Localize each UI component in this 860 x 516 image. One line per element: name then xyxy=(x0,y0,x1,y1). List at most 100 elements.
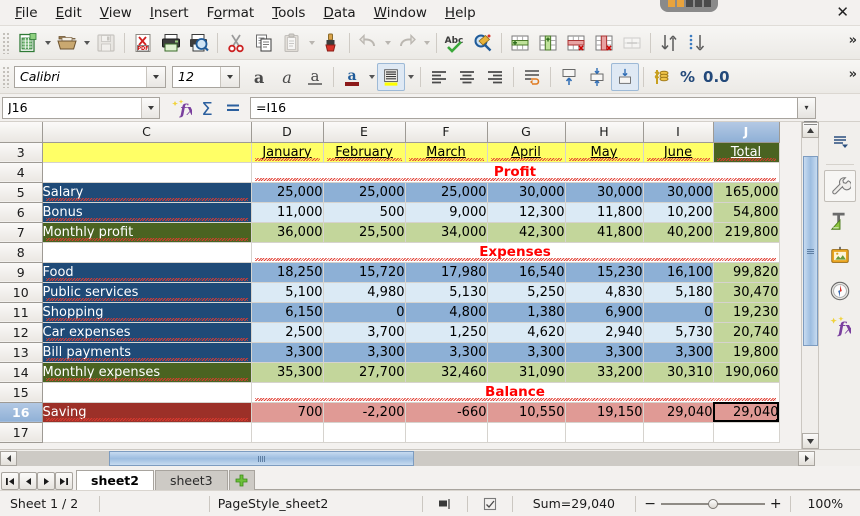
name-box-input[interactable] xyxy=(3,97,142,118)
font-color-dropdown-arrow[interactable] xyxy=(366,63,377,91)
gallery-icon[interactable] xyxy=(824,240,856,272)
menu-data[interactable]: Data xyxy=(314,2,364,24)
new-document-icon[interactable] xyxy=(14,29,42,57)
cell-H6[interactable]: 11,800 xyxy=(565,202,644,223)
cell-I10[interactable]: 5,180 xyxy=(643,282,714,303)
formula-expand-button[interactable]: ▾ xyxy=(798,96,816,119)
formula-input-field[interactable] xyxy=(250,96,798,119)
print-icon[interactable] xyxy=(157,29,185,57)
cell-C17[interactable] xyxy=(42,422,252,443)
cell-D6[interactable]: 11,000 xyxy=(251,202,324,223)
cell-H13[interactable]: 3,300 xyxy=(565,342,644,363)
export-pdf-icon[interactable]: PDF xyxy=(129,29,157,57)
cell-D11[interactable]: 6,150 xyxy=(251,302,324,323)
menu-tools[interactable]: Tools xyxy=(263,2,314,24)
cell-F12[interactable]: 1,250 xyxy=(405,322,488,343)
underline-icon[interactable]: a xyxy=(301,63,329,91)
row-header-11[interactable]: 11 xyxy=(0,302,43,323)
paste-dropdown-arrow[interactable] xyxy=(306,29,317,57)
scroll-down-button[interactable] xyxy=(802,433,819,449)
find-replace-icon[interactable] xyxy=(469,29,497,57)
cell-D13[interactable]: 3,300 xyxy=(251,342,324,363)
wrap-text-icon[interactable] xyxy=(518,63,546,91)
cell-C8[interactable] xyxy=(42,242,252,263)
cell-D3[interactable]: January xyxy=(251,142,324,163)
cell-H16[interactable]: 19,150 xyxy=(565,402,644,423)
row-header-13[interactable]: 13 xyxy=(0,342,43,363)
currency-format-icon[interactable] xyxy=(648,63,676,91)
cell-C6[interactable]: Bonus xyxy=(42,202,252,223)
sum-icon[interactable]: Σ xyxy=(194,94,220,122)
cell-D14[interactable]: 35,300 xyxy=(251,362,324,383)
sheet-nav-first-button[interactable] xyxy=(1,472,19,490)
cell-I11[interactable]: 0 xyxy=(643,302,714,323)
cell-F3[interactable]: March xyxy=(405,142,488,163)
cut-scissors-icon[interactable] xyxy=(222,29,250,57)
cell-E16[interactable]: -2,200 xyxy=(323,402,406,423)
sheet-tab-sheet3[interactable]: sheet3 xyxy=(154,470,228,490)
cell-I17[interactable] xyxy=(643,422,714,443)
row-header-12[interactable]: 12 xyxy=(0,322,43,343)
save-icon[interactable] xyxy=(92,29,120,57)
cell-H3[interactable]: May xyxy=(565,142,644,163)
cell-C12[interactable]: Car expenses xyxy=(42,322,252,343)
cell-C13[interactable]: Bill payments xyxy=(42,342,252,363)
column-header-F[interactable]: F xyxy=(405,122,488,143)
font-name-input[interactable] xyxy=(15,66,146,87)
cell-C3[interactable] xyxy=(42,142,252,163)
cell-C7[interactable]: Monthly profit xyxy=(42,222,252,243)
print-preview-icon[interactable] xyxy=(185,29,213,57)
cell-H5[interactable]: 30,000 xyxy=(565,182,644,203)
delete-column-icon[interactable] xyxy=(590,29,618,57)
align-center-icon[interactable] xyxy=(453,63,481,91)
font-color-icon[interactable]: a xyxy=(338,63,366,91)
add-sheet-button[interactable] xyxy=(228,470,255,490)
font-name-dropdown-arrow[interactable] xyxy=(146,66,165,87)
cell-E12[interactable]: 3,700 xyxy=(323,322,406,343)
functions-fx-icon[interactable]: fx xyxy=(824,310,856,342)
row-header-7[interactable]: 7 xyxy=(0,222,43,243)
cell-D10[interactable]: 5,100 xyxy=(251,282,324,303)
align-left-icon[interactable] xyxy=(425,63,453,91)
cell-J7[interactable]: 219,800 xyxy=(713,222,780,243)
insert-column-icon[interactable] xyxy=(534,29,562,57)
cell-J11[interactable]: 19,230 xyxy=(713,302,780,323)
cell-G5[interactable]: 30,000 xyxy=(487,182,566,203)
cell-J14[interactable]: 190,060 xyxy=(713,362,780,383)
styles-icon[interactable] xyxy=(824,205,856,237)
row-header-9[interactable]: 9 xyxy=(0,262,43,283)
row-header-14[interactable]: 14 xyxy=(0,362,43,383)
scroll-left-button[interactable] xyxy=(0,450,17,466)
cell-I3[interactable]: June xyxy=(643,142,714,163)
row-header-3[interactable]: 3 xyxy=(0,142,43,163)
font-size-field[interactable] xyxy=(172,65,240,88)
row-header-17[interactable]: 17 xyxy=(0,422,43,443)
cell-I6[interactable]: 10,200 xyxy=(643,202,714,223)
select-all-corner[interactable] xyxy=(0,122,43,143)
row-header-8[interactable]: 8 xyxy=(0,242,43,263)
cell-E7[interactable]: 25,500 xyxy=(323,222,406,243)
zoom-knob[interactable] xyxy=(707,498,718,509)
cell-G13[interactable]: 3,300 xyxy=(487,342,566,363)
italic-icon[interactable]: a xyxy=(273,63,301,91)
clone-formatting-brush-icon[interactable] xyxy=(317,29,345,57)
column-header-I[interactable]: I xyxy=(643,122,714,143)
paste-icon[interactable] xyxy=(278,29,306,57)
formula-equals-icon[interactable] xyxy=(220,94,246,122)
cell-H7[interactable]: 41,800 xyxy=(565,222,644,243)
cell-I12[interactable]: 5,730 xyxy=(643,322,714,343)
section-title-balance[interactable]: Balance xyxy=(251,382,780,403)
cell-J13[interactable]: 19,800 xyxy=(713,342,780,363)
navigator-compass-icon[interactable] xyxy=(824,275,856,307)
align-right-icon[interactable] xyxy=(481,63,509,91)
menu-insert[interactable]: Insert xyxy=(141,2,198,24)
cell-F6[interactable]: 9,000 xyxy=(405,202,488,223)
cell-H14[interactable]: 33,200 xyxy=(565,362,644,383)
align-top-icon[interactable] xyxy=(555,63,583,91)
cell-D7[interactable]: 36,000 xyxy=(251,222,324,243)
cell-G11[interactable]: 1,380 xyxy=(487,302,566,323)
name-box-dropdown-arrow[interactable] xyxy=(141,97,159,118)
selection-mode-icon[interactable] xyxy=(423,495,467,513)
section-title-expenses[interactable]: Expenses xyxy=(251,242,780,263)
cell-H10[interactable]: 4,830 xyxy=(565,282,644,303)
